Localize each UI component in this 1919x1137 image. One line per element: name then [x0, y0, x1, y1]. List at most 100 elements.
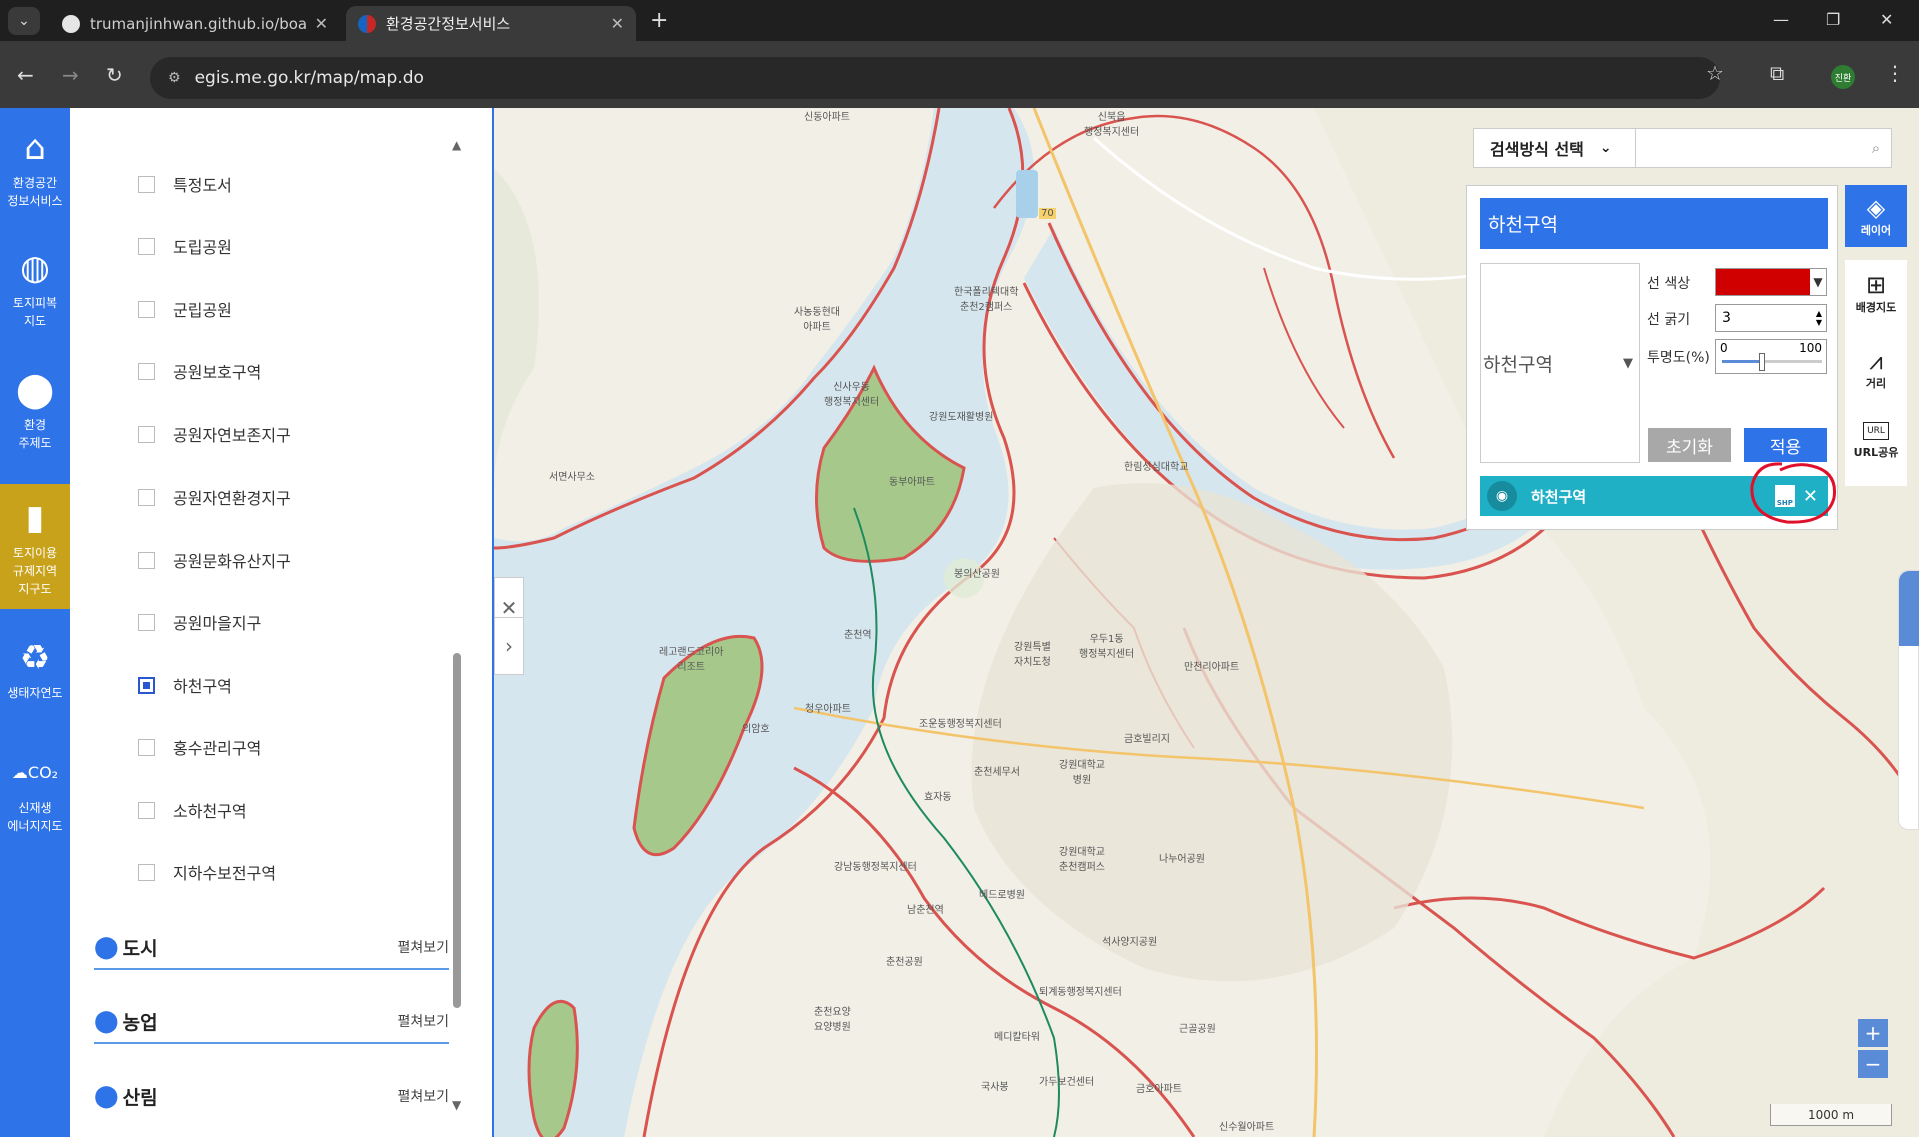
layer-checkbox-row[interactable]: 공원자연보존지구	[138, 422, 291, 446]
map-pin-icon: ⬤	[94, 934, 119, 960]
map-label: 신동아파트	[804, 112, 850, 123]
search-icon[interactable]: ⌕	[1861, 129, 1891, 167]
search-method-label: 검색방식 선택	[1490, 140, 1584, 159]
line-color-picker[interactable]: ▼	[1715, 268, 1827, 296]
reload-icon[interactable]: ↻	[106, 63, 123, 87]
layer-label: 공원문화유산지구	[173, 552, 291, 571]
extensions-icon[interactable]: ⧉	[1770, 61, 1784, 85]
checkbox[interactable]	[138, 863, 155, 881]
window-close-icon[interactable]: ✕	[1880, 10, 1893, 29]
slider-handle[interactable]	[1759, 353, 1765, 371]
map-label: 가두보건센터	[1039, 1077, 1095, 1088]
url-icon: URL	[1863, 422, 1889, 440]
checkbox[interactable]	[138, 425, 155, 443]
category-urban[interactable]: ⬤ 도시 펼쳐보기	[94, 926, 449, 970]
map-label: 나누어공원	[1159, 854, 1205, 865]
map-label: 근골공원	[1179, 1024, 1216, 1035]
nav-item-egis-home[interactable]: ⌂ 환경공간 정보서비스	[0, 128, 70, 228]
basemap-tool-button[interactable]: ⊞ 배경지도	[1845, 262, 1907, 324]
line-width-stepper[interactable]: 3 ▲ ▼	[1715, 304, 1827, 332]
map-pin-icon: ⬤	[15, 370, 55, 410]
bookmark-star-icon[interactable]: ☆	[1706, 61, 1724, 85]
checkbox[interactable]	[138, 488, 155, 506]
checkbox[interactable]	[138, 237, 155, 255]
browser-toolbar: ← → ↻ ⚙ egis.me.go.kr/map/map.do ☆ ⧉ 진환 …	[0, 41, 1919, 108]
new-tab-button[interactable]: +	[650, 8, 668, 33]
layer-select[interactable]: 하천구역 ▼	[1480, 263, 1640, 463]
basemap-icon: ⊞	[1865, 271, 1887, 299]
layer-label: 소하천구역	[173, 802, 247, 821]
checkbox[interactable]	[138, 175, 155, 193]
category-label: 도시	[122, 937, 158, 960]
nav-item-label: 생태자연도	[7, 686, 63, 700]
close-icon[interactable]: ✕	[315, 14, 328, 33]
layer-checkbox-row[interactable]: 군립공원	[138, 297, 232, 321]
layer-checkbox-row[interactable]: 도립공원	[138, 234, 232, 258]
panel-title: 하천구역	[1480, 198, 1828, 249]
scroll-up-arrow-icon[interactable]: ▲	[452, 138, 461, 152]
layer-checkbox-row[interactable]: 공원자연환경지구	[138, 485, 291, 509]
url-share-tool-button[interactable]: URL URL공유	[1845, 410, 1907, 472]
close-icon[interactable]: ✕	[611, 14, 624, 33]
category-agriculture[interactable]: ⬤ 농업 펼쳐보기	[94, 1000, 449, 1044]
search-input[interactable]	[1636, 129, 1861, 167]
restore-icon[interactable]: ❐	[1826, 10, 1840, 29]
nav-item-renewable[interactable]: ☁CO₂ 신재생 에너지지도	[0, 753, 70, 853]
layer-checkbox-row[interactable]: 공원문화유산지구	[138, 548, 291, 572]
tab-search-button[interactable]: ⌄	[8, 7, 40, 35]
checkbox[interactable]	[138, 362, 155, 380]
zoom-in-button[interactable]: +	[1858, 1019, 1888, 1047]
address-bar[interactable]: ⚙ egis.me.go.kr/map/map.do	[150, 57, 1720, 99]
expand-panel-button[interactable]: ›	[494, 617, 524, 675]
nav-item-thematic[interactable]: ⬤ 환경 주제도	[0, 370, 70, 470]
stepper-arrows-icon[interactable]: ▲ ▼	[1816, 309, 1822, 327]
dropdown-arrow-icon: ▼	[1623, 355, 1633, 371]
back-icon[interactable]: ←	[17, 63, 34, 87]
nav-item-landuse[interactable]: ▮ 토지이용 규제지역 지구도	[0, 484, 70, 609]
browser-tab-github[interactable]: trumanjinhwan.github.io/board ✕	[50, 6, 340, 41]
expand-link[interactable]: 펼쳐보기	[397, 937, 449, 957]
minimize-icon[interactable]: —	[1773, 10, 1789, 29]
layer-checkbox-row[interactable]: 하천구역	[138, 673, 232, 697]
site-icon	[358, 14, 376, 33]
map-label: 석사양지공원	[1102, 937, 1158, 948]
eye-icon[interactable]: ◉	[1487, 481, 1517, 511]
layer-checkbox-row[interactable]: 지하수보전구역	[138, 860, 276, 884]
layer-tool-button[interactable]: ◈ 레이어	[1845, 185, 1907, 247]
reset-button[interactable]: 초기화	[1648, 428, 1731, 462]
forward-icon[interactable]: →	[62, 63, 79, 87]
checkbox[interactable]	[138, 801, 155, 819]
checkbox[interactable]	[138, 300, 155, 318]
distance-tool-button[interactable]: ⩘ 거리	[1845, 338, 1907, 400]
category-forest[interactable]: ⬤ 산림 펼쳐보기	[94, 1074, 449, 1118]
tool-label: 배경지도	[1855, 301, 1897, 314]
map-label: 한림성심대학교	[1124, 462, 1189, 473]
github-icon	[62, 14, 80, 33]
checkbox[interactable]	[138, 551, 155, 569]
browser-tab-egis[interactable]: 환경공간정보서비스 ✕	[346, 6, 636, 41]
search-method-select[interactable]: 검색방식 선택 ⌄	[1474, 129, 1636, 167]
scrollbar-thumb[interactable]	[453, 653, 461, 1008]
tool-label: 레이어	[1860, 224, 1892, 237]
checkbox[interactable]	[138, 738, 155, 756]
expand-link[interactable]: 펼쳐보기	[397, 1086, 449, 1106]
nav-item-landcover[interactable]: ◍ 토지피복 지도	[0, 248, 70, 348]
nav-item-ecology[interactable]: ♻ 생태자연도	[0, 638, 70, 718]
profile-avatar[interactable]: 진환	[1831, 65, 1855, 89]
layer-checkbox-row[interactable]: 특정도서	[138, 172, 232, 196]
checkbox[interactable]	[138, 613, 155, 631]
apply-button[interactable]: 적용	[1744, 428, 1827, 462]
chrome-menu-icon[interactable]: ⋮	[1885, 61, 1905, 85]
expand-link[interactable]: 펼쳐보기	[397, 1011, 449, 1031]
layer-checkbox-row[interactable]: 홍수관리구역	[138, 735, 261, 759]
scroll-down-arrow-icon[interactable]: ▼	[452, 1098, 461, 1112]
checkbox-checked[interactable]	[138, 676, 155, 694]
zoom-out-button[interactable]: −	[1858, 1050, 1888, 1078]
right-edge-handle[interactable]	[1898, 570, 1919, 830]
layer-checkbox-row[interactable]: 소하천구역	[138, 798, 247, 822]
layer-label: 홍수관리구역	[173, 739, 262, 758]
opacity-slider[interactable]: 0 100	[1715, 339, 1827, 374]
layer-checkbox-row[interactable]: 공원보호구역	[138, 359, 261, 383]
layer-checkbox-row[interactable]: 공원마을지구	[138, 610, 261, 634]
site-settings-icon[interactable]: ⚙	[168, 70, 181, 86]
